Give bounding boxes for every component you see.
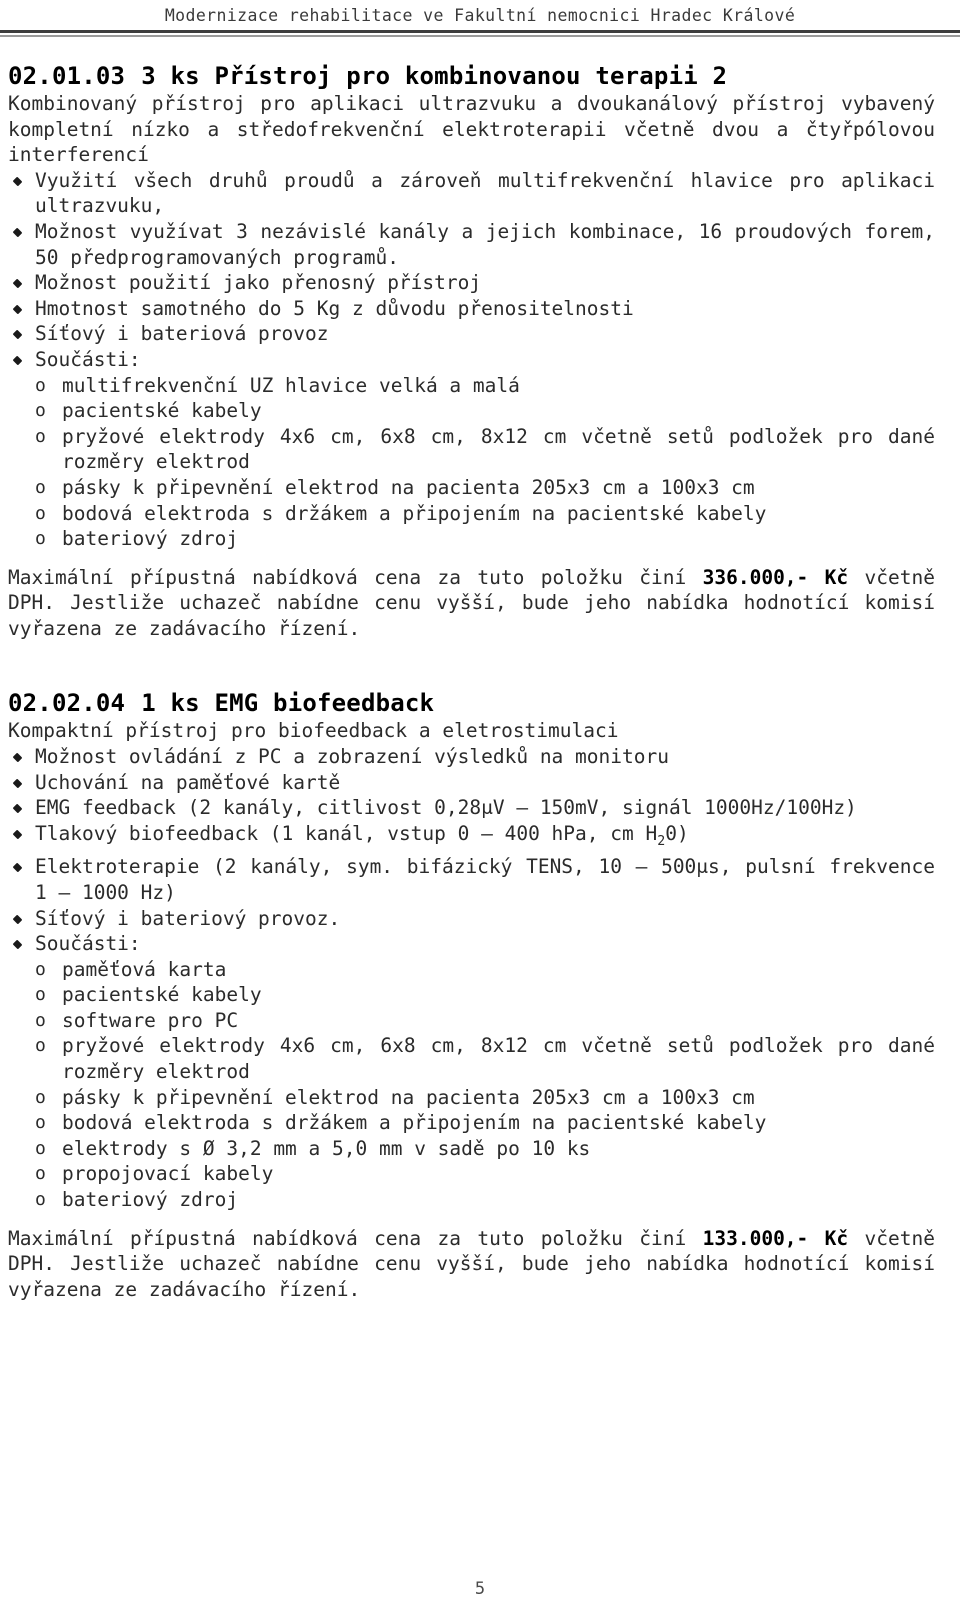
list-item-text: Součásti: [35, 932, 141, 956]
list-item-text: Možnost použití jako přenosný přístroj [35, 271, 482, 295]
price-prefix: Maximální přípustná nabídková cena za tu… [8, 565, 703, 589]
section-number: 02.01.03 [8, 62, 126, 90]
list-item-text: Elektroterapie (2 kanály, sym. bifázický… [35, 855, 935, 904]
sub-list-item: pacientské kabely [8, 982, 935, 1008]
list-item-text: Tlakový biofeedback (1 kanál, vstup 0 – … [35, 821, 689, 849]
price-paragraph: Maximální přípustná nabídková cena za tu… [8, 565, 935, 642]
header-rule [0, 30, 960, 37]
sub-list-item: paměťová karta [8, 957, 935, 983]
list-item-text: EMG feedback (2 kanály, citlivost 0,28μV… [35, 796, 857, 820]
list-item: Využití všech druhů proudů a zároveň mul… [8, 168, 935, 219]
list-item: Uchování na paměťové kartě [8, 770, 935, 796]
sub-list-item: pásky k připevnění elektrod na pacienta … [8, 475, 935, 501]
list-item-text: Využití všech druhů proudů a zároveň mul… [35, 168, 935, 218]
list-item: Síťový i bateriová provoz [8, 321, 935, 347]
price-paragraph: Maximální přípustná nabídková cena za tu… [8, 1226, 935, 1303]
list-item: Tlakový biofeedback (1 kanál, vstup 0 – … [8, 821, 935, 854]
sub-list-item: elektrody s Ø 3,2 mm a 5,0 mm v sadě po … [8, 1136, 935, 1162]
list-item-text: Možnost ovládání z PC a zobrazení výsled… [35, 745, 669, 769]
list-item: Součásti: [8, 931, 935, 957]
section-sub-list: multifrekvenční UZ hlavice velká a malá … [8, 373, 935, 552]
list-item: Možnost využívat 3 nezávislé kanály a je… [8, 219, 935, 270]
sub-list-item: pásky k připevnění elektrod na pacienta … [8, 1085, 935, 1111]
list-item: Součásti: [8, 347, 935, 373]
section-title: 1 ks EMG biofeedback [141, 689, 435, 718]
document-body: 02.01.03 3 ks Přístroj pro kombinovanou t… [0, 37, 960, 1302]
list-item-text: Hmotnost samotného do 5 Kg z důvodu přen… [35, 296, 634, 320]
sub-list-item: bateriový zdroj [8, 1187, 935, 1213]
document-page: Modernizace rehabilitace ve Fakultní nem… [0, 0, 960, 1613]
page-footer: 5 [0, 1579, 960, 1599]
list-item: Hmotnost samotného do 5 Kg z důvodu přen… [8, 296, 935, 322]
section-02-01-03: 02.01.03 3 ks Přístroj pro kombinovanou t… [8, 61, 935, 641]
price-amount: 133.000,- Kč [702, 1226, 849, 1250]
list-item-text: Uchování na paměťové kartě [35, 770, 341, 794]
sub-list-item: bodová elektroda s držákem a připojením … [8, 501, 935, 527]
list-item: Možnost použití jako přenosný přístroj [8, 270, 935, 296]
section-title: 3 ks Přístroj pro kombinovanou terapii 2 [141, 62, 728, 90]
list-item-text: Síťový i bateriový provoz. [35, 906, 341, 930]
list-item-text: Síťový i bateriová provoz [35, 322, 329, 346]
list-item: Síťový i bateriový provoz. [8, 906, 935, 932]
list-item-text: Součásti: [35, 347, 141, 371]
sub-list-item: pacientské kabely [8, 398, 935, 424]
section-heading: 02.01.03 3 ks Přístroj pro kombinovanou t… [8, 61, 935, 91]
sub-list-item: propojovací kabely [8, 1161, 935, 1187]
list-item: Možnost ovládání z PC a zobrazení výsled… [8, 744, 935, 770]
list-item-text: Možnost využívat 3 nezávislé kanály a je… [35, 219, 935, 269]
price-amount: 336.000,- Kč [702, 565, 849, 589]
sub-list-item: software pro PC [8, 1008, 935, 1034]
sub-list-item: pryžové elektrody 4x6 cm, 6x8 cm, 8x12 c… [8, 424, 935, 475]
price-prefix: Maximální přípustná nabídková cena za tu… [8, 1226, 703, 1250]
section-bullet-list: Možnost ovládání z PC a zobrazení výsled… [8, 744, 935, 957]
sub-list-item: bodová elektroda s držákem a připojením … [8, 1110, 935, 1136]
section-bullet-list: Využití všech druhů proudů a zároveň mul… [8, 168, 935, 373]
list-item: Elektroterapie (2 kanály, sym. bifázický… [8, 854, 935, 905]
running-header: Modernizace rehabilitace ve Fakultní nem… [0, 0, 960, 37]
section-number: 02.02.04 [8, 689, 126, 718]
sub-list-item: multifrekvenční UZ hlavice velká a malá [8, 373, 935, 399]
section-sub-list: paměťová karta pacientské kabely softwar… [8, 957, 935, 1213]
sub-list-item: bateriový zdroj [8, 526, 935, 552]
section-intro: Kombinovaný přístroj pro aplikaci ultraz… [8, 92, 935, 167]
list-item: EMG feedback (2 kanály, citlivost 0,28μV… [8, 795, 935, 821]
section-02-02-04: 02.02.04 1 ks EMG biofeedback Kompaktní p… [8, 688, 935, 1302]
section-heading: 02.02.04 1 ks EMG biofeedback [8, 688, 935, 718]
page-number: 5 [474, 1579, 486, 1599]
header-title: Modernizace rehabilitace ve Fakultní nem… [164, 6, 796, 25]
sub-list-item: pryžové elektrody 4x6 cm, 6x8 cm, 8x12 c… [8, 1033, 935, 1084]
section-intro: Kompaktní přístroj pro biofeedback a ele… [8, 719, 619, 743]
